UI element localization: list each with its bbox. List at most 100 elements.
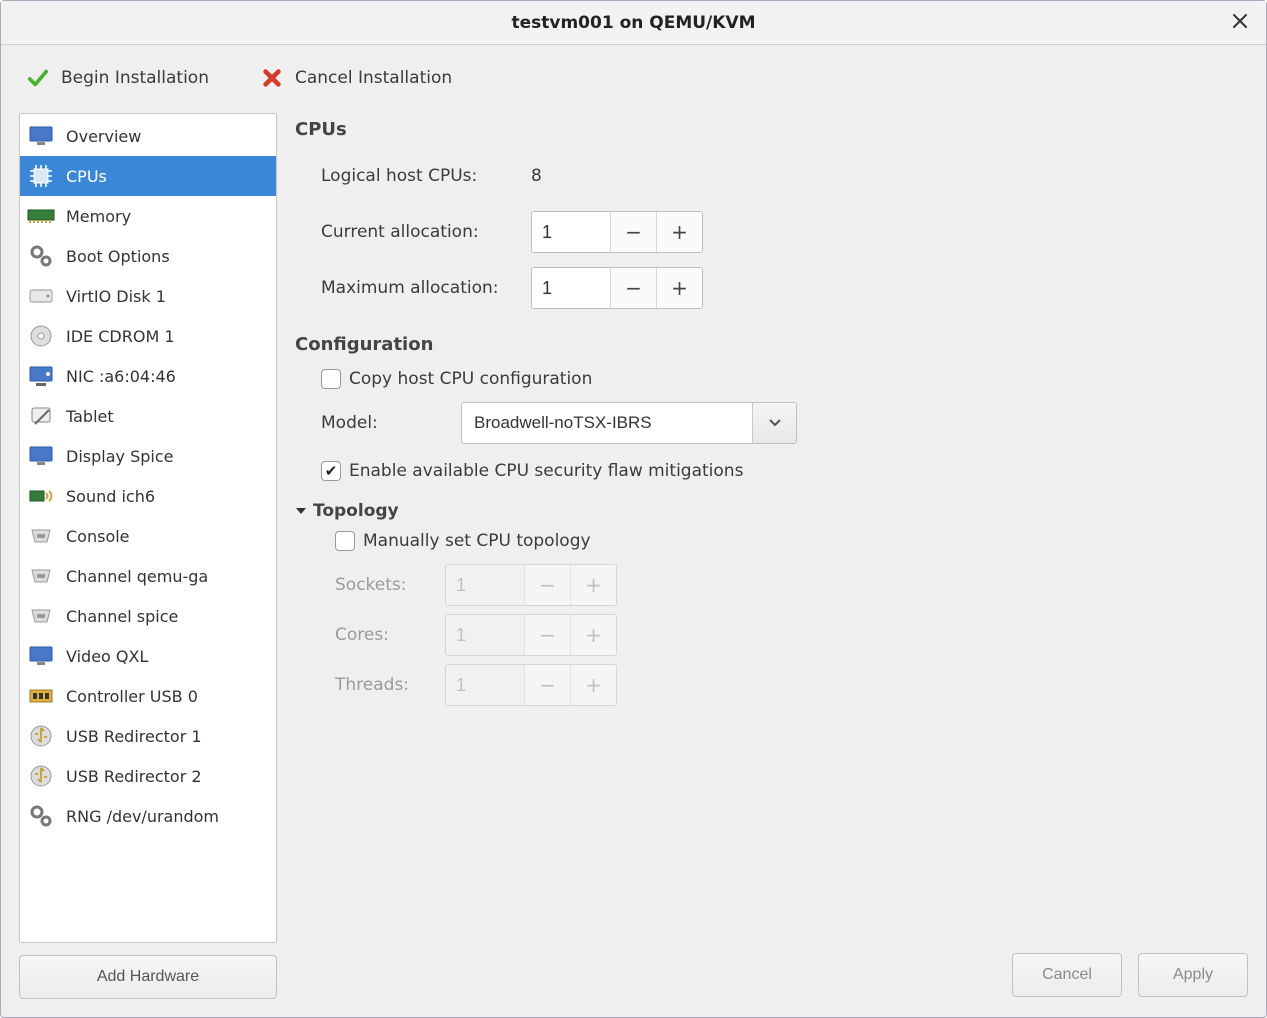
threads-input <box>446 665 524 705</box>
plus-icon: + <box>585 673 602 697</box>
sidebar-item-label: Memory <box>66 207 131 226</box>
cpu-model-dropdown-button[interactable] <box>752 403 796 443</box>
manual-topology-label: Manually set CPU topology <box>363 531 591 551</box>
sidebar-item-rng-dev-urandom[interactable]: RNG /dev/urandom <box>20 796 276 836</box>
sidebar-item-label: Channel qemu-ga <box>66 567 208 586</box>
topology-expander[interactable]: Topology <box>295 501 1248 521</box>
maximum-allocation-plus-button[interactable]: + <box>656 268 702 308</box>
sidebar-item-cpus[interactable]: CPUs <box>20 156 276 196</box>
current-allocation-minus-button[interactable]: − <box>610 212 656 252</box>
plus-icon: + <box>671 276 688 300</box>
threads-minus-button: − <box>524 665 570 705</box>
sidebar-item-memory[interactable]: Memory <box>20 196 276 236</box>
minus-icon: − <box>539 673 556 697</box>
enable-mitigations-label: Enable available CPU security flaw mitig… <box>349 461 743 481</box>
sidebar-item-label: Channel spice <box>66 607 178 626</box>
display-icon <box>26 441 56 471</box>
sidebar-item-controller-usb-0[interactable]: Controller USB 0 <box>20 676 276 716</box>
current-allocation-stepper[interactable]: − + <box>531 211 703 253</box>
serial-icon <box>26 561 56 591</box>
cpus-panel: CPUs Logical host CPUs: 8 Current alloca… <box>295 113 1248 999</box>
begin-installation-label: Begin Installation <box>61 68 209 88</box>
begin-installation-button[interactable]: Begin Installation <box>21 63 215 93</box>
sidebar-item-label: Boot Options <box>66 247 170 266</box>
sidebar-item-display-spice[interactable]: Display Spice <box>20 436 276 476</box>
current-allocation-plus-button[interactable]: + <box>656 212 702 252</box>
threads-label: Threads: <box>335 675 425 695</box>
memory-icon <box>26 201 56 231</box>
sidebar-item-label: Display Spice <box>66 447 173 466</box>
hardware-sidebar[interactable]: Overview CPUs Memory Boot Options VirtIO Dis… <box>19 113 277 943</box>
cpu-model-input[interactable] <box>462 403 752 443</box>
minus-icon: − <box>625 220 642 244</box>
maximum-allocation-minus-button[interactable]: − <box>610 268 656 308</box>
cancel-button[interactable]: Cancel <box>1012 953 1122 997</box>
sockets-plus-button: + <box>570 565 616 605</box>
caret-down-icon <box>769 419 781 427</box>
display-icon <box>26 641 56 671</box>
sidebar-item-usb-redirector-2[interactable]: USB Redirector 2 <box>20 756 276 796</box>
threads-stepper: − + <box>445 664 617 706</box>
sidebar-item-label: Controller USB 0 <box>66 687 198 706</box>
titlebar: testvm001 on QEMU/KVM <box>1 1 1266 45</box>
cores-stepper: − + <box>445 614 617 656</box>
sidebar-item-label: Overview <box>66 127 141 146</box>
maximum-allocation-label: Maximum allocation: <box>321 278 511 298</box>
monitor-icon <box>26 121 56 151</box>
gears-icon <box>26 801 56 831</box>
sidebar-item-channel-qemu-ga[interactable]: Channel qemu-ga <box>20 556 276 596</box>
copy-host-cpu-label: Copy host CPU configuration <box>349 369 592 389</box>
cores-input <box>446 615 524 655</box>
sidebar-item-label: RNG /dev/urandom <box>66 807 219 826</box>
plus-icon: + <box>671 220 688 244</box>
close-button[interactable] <box>1228 9 1252 33</box>
enable-mitigations-checkbox[interactable] <box>321 461 341 481</box>
install-toolbar: Begin Installation Cancel Installation <box>1 45 1266 103</box>
sidebar-item-sound-ich6[interactable]: Sound ich6 <box>20 476 276 516</box>
configuration-section-title: Configuration <box>295 334 1248 355</box>
usb-icon <box>26 761 56 791</box>
copy-host-cpu-checkbox[interactable] <box>321 369 341 389</box>
sound-icon <box>26 481 56 511</box>
sidebar-item-channel-spice[interactable]: Channel spice <box>20 596 276 636</box>
usb-icon <box>26 721 56 751</box>
apply-button[interactable]: Apply <box>1138 953 1248 997</box>
controller-icon <box>26 681 56 711</box>
sidebar-item-overview[interactable]: Overview <box>20 116 276 156</box>
logical-host-cpus-label: Logical host CPUs: <box>321 166 511 186</box>
sidebar-item-label: USB Redirector 1 <box>66 727 202 746</box>
serial-icon <box>26 601 56 631</box>
plus-icon: + <box>585 573 602 597</box>
maximum-allocation-stepper[interactable]: − + <box>531 267 703 309</box>
minus-icon: − <box>539 573 556 597</box>
sidebar-item-tablet[interactable]: Tablet <box>20 396 276 436</box>
cancel-installation-button[interactable]: Cancel Installation <box>255 63 458 93</box>
cpu-model-label: Model: <box>321 413 441 433</box>
maximum-allocation-input[interactable] <box>532 268 610 308</box>
current-allocation-input[interactable] <box>532 212 610 252</box>
sidebar-item-virtio-disk-1[interactable]: VirtIO Disk 1 <box>20 276 276 316</box>
sidebar-item-label: Sound ich6 <box>66 487 155 506</box>
logical-host-cpus-value: 8 <box>531 166 542 186</box>
cores-label: Cores: <box>335 625 425 645</box>
nic-icon <box>26 361 56 391</box>
check-icon <box>27 67 49 89</box>
sidebar-item-label: NIC :a6:04:46 <box>66 367 176 386</box>
sidebar-item-nic-a6-04-46[interactable]: NIC :a6:04:46 <box>20 356 276 396</box>
sidebar-item-console[interactable]: Console <box>20 516 276 556</box>
sidebar-item-video-qxl[interactable]: Video QXL <box>20 636 276 676</box>
sidebar-item-boot-options[interactable]: Boot Options <box>20 236 276 276</box>
sidebar-item-label: VirtIO Disk 1 <box>66 287 166 306</box>
threads-plus-button: + <box>570 665 616 705</box>
add-hardware-button[interactable]: Add Hardware <box>19 955 277 999</box>
sidebar-item-usb-redirector-1[interactable]: USB Redirector 1 <box>20 716 276 756</box>
caret-down-icon <box>295 506 307 516</box>
sidebar-item-label: Tablet <box>66 407 114 426</box>
sidebar-item-label: USB Redirector 2 <box>66 767 202 786</box>
cpu-model-combo[interactable] <box>461 402 797 444</box>
manual-topology-checkbox[interactable] <box>335 531 355 551</box>
window-title: testvm001 on QEMU/KVM <box>511 13 755 33</box>
sidebar-item-ide-cdrom-1[interactable]: IDE CDROM 1 <box>20 316 276 356</box>
cpus-section-title: CPUs <box>295 119 1248 140</box>
sidebar-item-label: IDE CDROM 1 <box>66 327 175 346</box>
